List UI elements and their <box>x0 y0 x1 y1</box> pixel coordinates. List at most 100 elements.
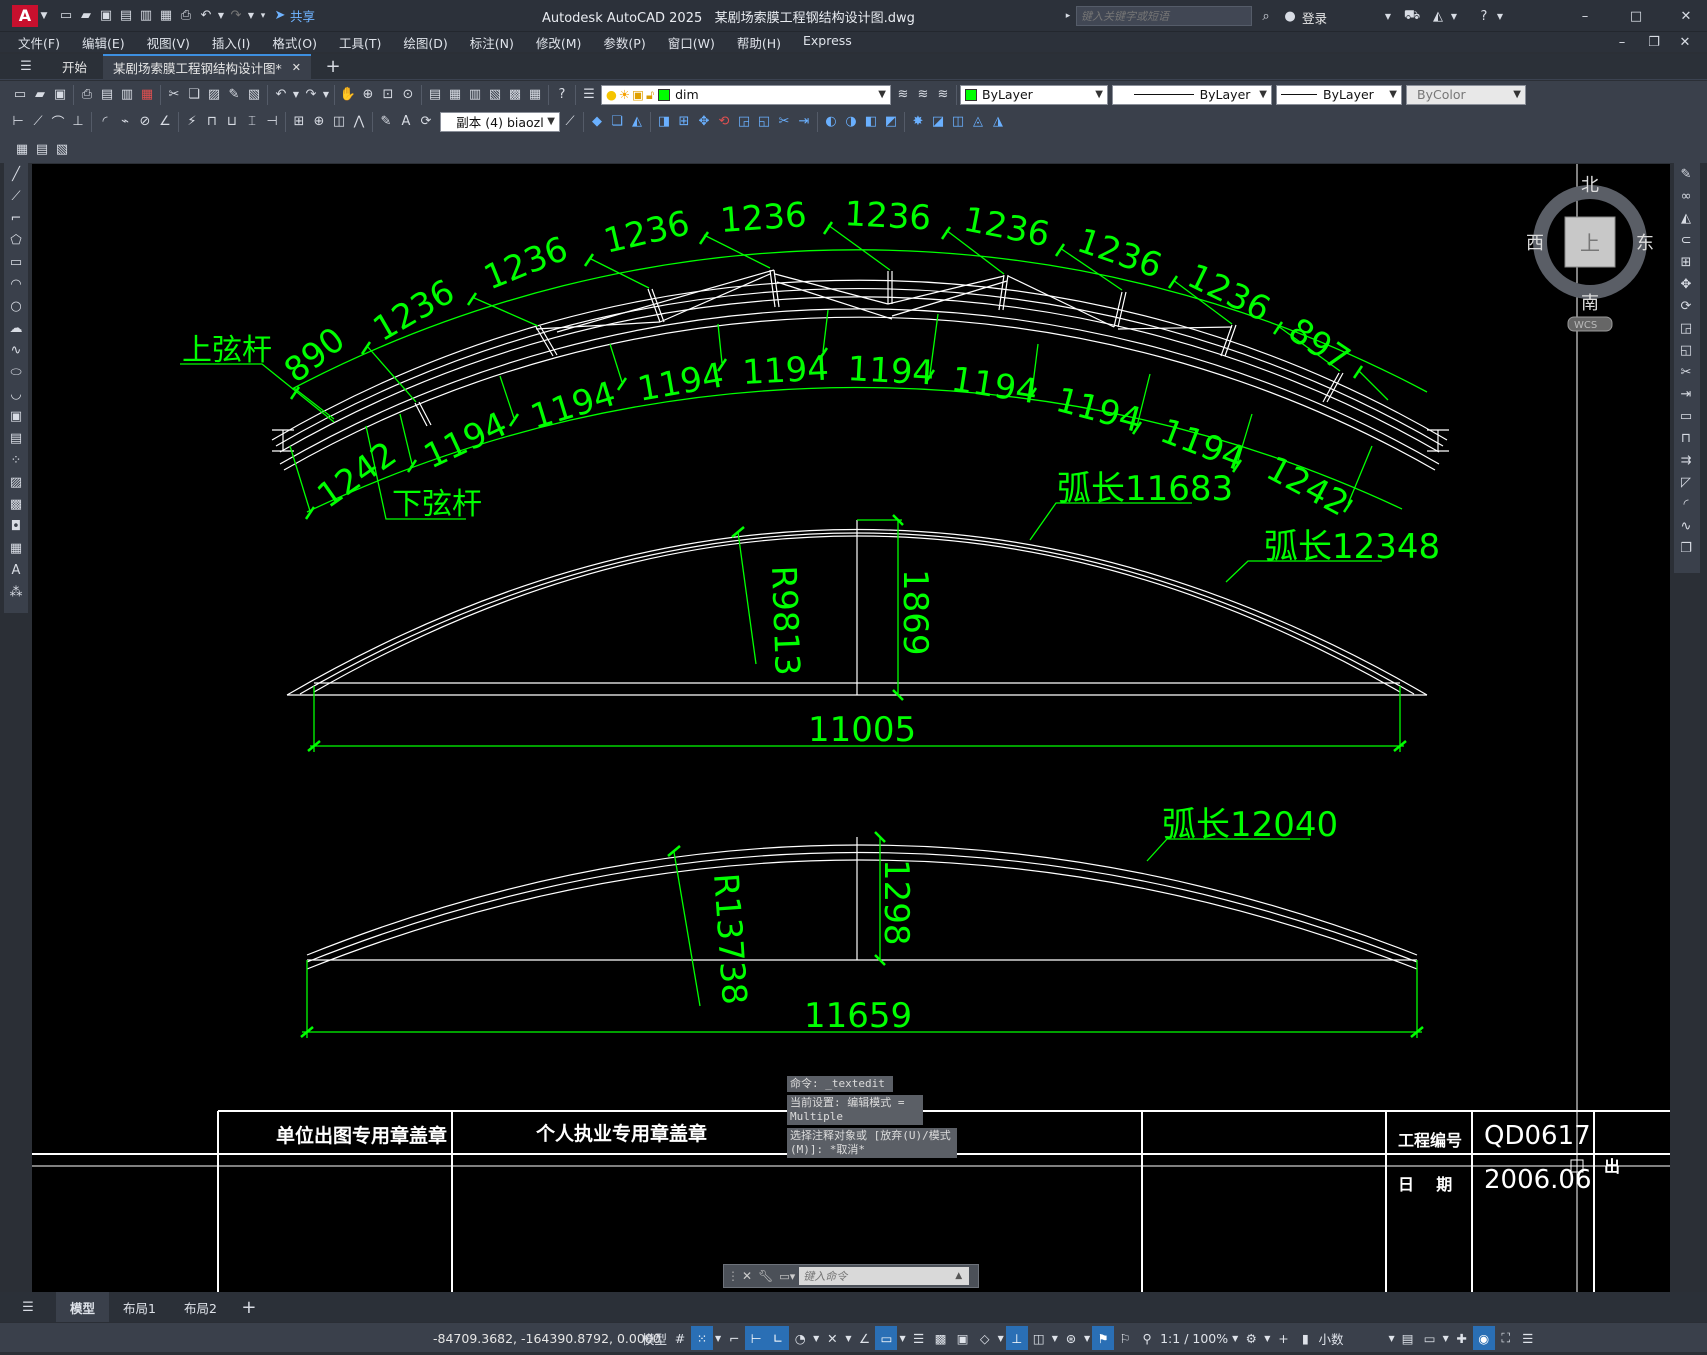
text-edit-icon[interactable]: ▧ <box>52 139 72 159</box>
search-icon[interactable]: ⌕ <box>1256 6 1276 26</box>
cart-icon[interactable]: ⛟ <box>1402 6 1422 26</box>
chevron-down-icon[interactable]: ▼ <box>1095 89 1103 100</box>
break-icon[interactable]: ◐ <box>821 112 841 132</box>
app-logo-icon[interactable]: A <box>12 4 38 27</box>
annotation-scale-value[interactable]: 1:1 / 100% <box>1158 1326 1230 1350</box>
search-input[interactable] <box>1076 6 1252 26</box>
menu-item-5[interactable]: 工具(T) <box>328 33 392 52</box>
dim-diameter-icon[interactable]: ⊘ <box>135 112 155 132</box>
coordinates-readout[interactable]: -84709.3682, -164390.8792, 0.0000 <box>433 1331 661 1346</box>
chevron-down-icon[interactable]: ▼ <box>1389 89 1397 100</box>
3d-osnap-dropdown-icon[interactable]: ▼ <box>996 1326 1006 1350</box>
selection-cycling-icon[interactable]: ▣ <box>952 1326 974 1350</box>
spline-icon[interactable]: ∿ <box>4 339 28 361</box>
viewcube-north[interactable]: 北 <box>1581 175 1599 196</box>
chevron-down-icon[interactable]: ▼ <box>1513 89 1521 100</box>
customization-icon[interactable]: ☰ <box>1517 1326 1539 1350</box>
attribute-edit-icon[interactable]: ▦ <box>12 139 32 159</box>
menu-item-0[interactable]: 文件(F) <box>7 33 71 52</box>
trim-icon[interactable]: ✂ <box>1674 361 1698 383</box>
insert-block-icon[interactable]: ▣ <box>4 405 28 427</box>
help-dropdown-icon[interactable]: ▼ <box>1494 6 1506 26</box>
dim-baseline-icon[interactable]: ⊓ <box>202 112 222 132</box>
jogged-linear-icon[interactable]: ⋀ <box>349 112 369 132</box>
scale-dropdown-icon[interactable]: ▼ <box>1230 1326 1240 1350</box>
calculator-icon[interactable]: ▦ <box>525 85 545 105</box>
pedit-icon[interactable]: ◪ <box>928 112 948 132</box>
drawing-viewport[interactable]: 890 1236 1236 1236 1236 1236 1236 1236 1… <box>32 164 1670 1292</box>
lineweight-combo[interactable]: ByLayer ▼ <box>1276 84 1402 105</box>
center-mark-icon[interactable]: ⊕ <box>309 112 329 132</box>
help-icon[interactable]: ? <box>552 85 572 105</box>
new-layout-icon[interactable]: + <box>239 1297 259 1318</box>
polygon-icon[interactable]: ⬠ <box>4 229 28 251</box>
arc-icon[interactable]: ◠ <box>4 273 28 295</box>
menu-item-9[interactable]: 参数(P) <box>592 33 656 52</box>
sheet-set-icon[interactable]: ▧ <box>485 85 505 105</box>
copy-icon[interactable]: ❏ <box>184 85 204 105</box>
save-icon[interactable]: ▣ <box>96 6 116 26</box>
annotation-scale-icon[interactable]: ⚲ <box>1136 1326 1158 1350</box>
ellipse-icon[interactable]: ⬭ <box>4 361 28 383</box>
web-mobile-icon[interactable]: ▦ <box>156 6 176 26</box>
open-icon[interactable]: ▰ <box>30 85 50 105</box>
share-button[interactable]: 共享 <box>290 6 315 25</box>
scale-icon[interactable]: ◲ <box>1674 317 1698 339</box>
undo-dropdown-icon[interactable]: ▼ <box>291 85 301 105</box>
layout-menu-icon[interactable]: ☰ <box>18 1297 38 1317</box>
dim-edit-icon[interactable]: ✎ <box>376 112 396 132</box>
redo-icon[interactable]: ↷ <box>226 6 246 26</box>
plot-icon[interactable]: ⎙ <box>77 85 97 105</box>
make-block-icon[interactable]: ▤ <box>4 427 28 449</box>
erase-icon[interactable]: ◆ <box>587 112 607 132</box>
offset-icon[interactable]: ⊂ <box>1674 229 1698 251</box>
join-icon[interactable]: ◑ <box>841 112 861 132</box>
login-dropdown-icon[interactable]: ▼ <box>1382 6 1394 26</box>
gizmo-dropdown-icon[interactable]: ▼ <box>1082 1326 1092 1350</box>
chevron-down-icon[interactable]: ▼ <box>1259 89 1267 100</box>
chevron-down-icon[interactable]: ▼ <box>547 116 555 127</box>
chevron-down-icon[interactable]: ▼ <box>878 89 886 100</box>
menu-item-2[interactable]: 视图(V) <box>136 33 201 52</box>
rectangle-icon[interactable]: ▭ <box>4 251 28 273</box>
properties-icon[interactable]: ▤ <box>425 85 445 105</box>
scale-icon[interactable]: ◲ <box>734 112 754 132</box>
polar-icon[interactable]: ◔ <box>789 1326 811 1350</box>
hardware-acceleration-icon[interactable]: ◉ <box>1472 1326 1495 1350</box>
zoom-window-icon[interactable]: ⊡ <box>378 85 398 105</box>
dim-continue-icon[interactable]: ⊔ <box>222 112 242 132</box>
new-tab-icon[interactable]: + <box>323 56 343 77</box>
match-properties-icon[interactable]: ✎ <box>224 85 244 105</box>
qnew-icon[interactable]: ▭ <box>10 85 30 105</box>
menu-item-3[interactable]: 插入(I) <box>201 33 261 52</box>
gizmo-icon[interactable]: ⊛ <box>1060 1326 1082 1350</box>
redo-dropdown-icon[interactable]: ▼ <box>246 6 256 26</box>
redo-dropdown-icon[interactable]: ▼ <box>321 85 331 105</box>
login-button[interactable]: 登录 <box>1302 8 1327 27</box>
lineweight-icon[interactable]: ☰ <box>908 1326 930 1350</box>
design-center-icon[interactable]: ▦ <box>445 85 465 105</box>
isometric-icon[interactable]: ✕ <box>821 1326 843 1350</box>
dim-aligned-icon[interactable]: ⟋ <box>28 112 48 132</box>
erase-icon[interactable]: ✎ <box>1674 163 1698 185</box>
viewcube-south[interactable]: 南 <box>1581 293 1599 314</box>
move-icon[interactable]: ✥ <box>694 112 714 132</box>
new-file-icon[interactable]: ▭ <box>56 6 76 26</box>
lengthen-icon[interactable]: ◬ <box>968 112 988 132</box>
snap-icon[interactable]: ⁙ <box>691 1326 714 1350</box>
dim-break-icon[interactable]: ⊣ <box>262 112 282 132</box>
infer-constraints-icon[interactable]: ⌐ <box>723 1326 745 1350</box>
rotate-icon[interactable]: ⟲ <box>714 112 734 132</box>
blend-curves-icon[interactable]: ∿ <box>1674 515 1698 537</box>
lightbulb-icon[interactable]: ● <box>606 87 617 102</box>
inspection-icon[interactable]: ◫ <box>329 112 349 132</box>
close-icon[interactable]: ✕ <box>1676 6 1696 26</box>
help-icon[interactable]: ? <box>1474 6 1494 26</box>
layout-tab-1[interactable]: 布局1 <box>109 1292 170 1322</box>
dynamic-ucs-icon[interactable]: ⊥ <box>1005 1326 1028 1350</box>
make-current-layer-icon[interactable]: ≋ <box>893 85 913 105</box>
mtext-icon[interactable]: A <box>4 559 28 581</box>
tolerance-icon[interactable]: ⊞ <box>289 112 309 132</box>
hatch-icon[interactable]: ▨ <box>4 471 28 493</box>
tab-close-icon[interactable]: ✕ <box>292 61 301 74</box>
